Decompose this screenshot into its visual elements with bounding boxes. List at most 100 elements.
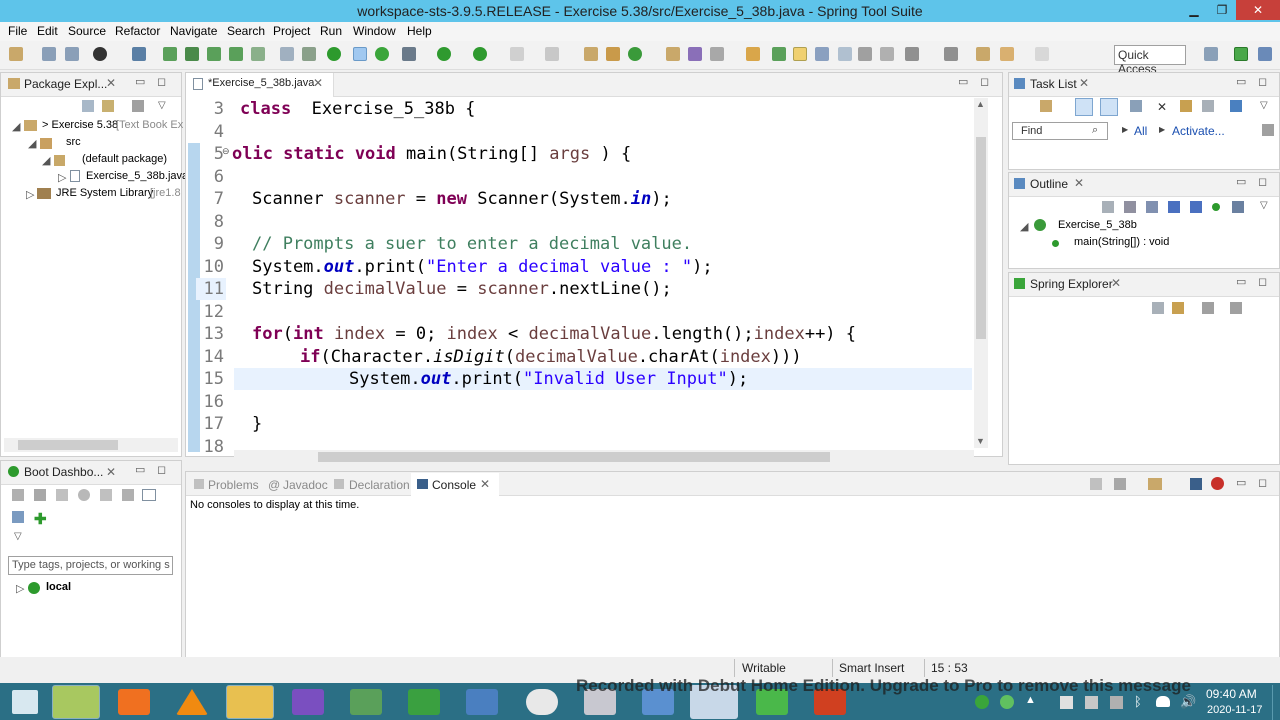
save-all-icon[interactable] xyxy=(65,47,79,61)
open-type-icon[interactable] xyxy=(163,47,177,61)
collapse-icon[interactable]: ▷ xyxy=(58,171,66,184)
expand-icon[interactable]: ◢ xyxy=(1020,220,1028,233)
minimize-icon[interactable]: ▭ xyxy=(1236,476,1246,489)
open-browser-icon[interactable] xyxy=(78,489,90,501)
new-class-icon[interactable] xyxy=(628,47,642,61)
tray-app-icon[interactable] xyxy=(1000,695,1014,709)
close-tab-icon[interactable]: ✕ xyxy=(106,465,116,479)
visual-studio-icon[interactable] xyxy=(292,689,324,715)
scrollbar-thumb[interactable] xyxy=(318,452,830,462)
last-edit-icon[interactable] xyxy=(976,47,990,61)
code-line[interactable]: Scanner scanner = new Scanner(System.in)… xyxy=(252,189,672,209)
view-menu-icon[interactable]: ▽ xyxy=(1260,200,1268,211)
view-menu-icon[interactable]: ▽ xyxy=(1260,100,1268,111)
menu-search[interactable]: Search xyxy=(227,24,265,38)
collapse-all-icon[interactable] xyxy=(82,100,94,112)
server-icon[interactable] xyxy=(251,47,265,61)
annotation-icon[interactable] xyxy=(772,47,786,61)
toggle-icon[interactable] xyxy=(353,47,367,61)
minimize-icon[interactable]: ▭ xyxy=(1236,175,1246,188)
collapse-all-icon[interactable] xyxy=(1102,201,1114,213)
code-line[interactable]: System.out.print("Invalid User Input"); xyxy=(349,369,748,389)
tree-item-src[interactable]: src xyxy=(66,136,81,148)
tree-item-default-package[interactable]: (default package) xyxy=(82,153,167,165)
pin-console-icon[interactable] xyxy=(1090,478,1102,490)
prev-annotation-icon[interactable] xyxy=(944,47,958,61)
terminal-icon[interactable] xyxy=(132,47,146,61)
view-menu-icon[interactable]: ▽ xyxy=(14,531,22,542)
link-editor-icon[interactable] xyxy=(1232,201,1244,213)
collapse-icon[interactable]: ▷ xyxy=(16,582,24,595)
bug-icon[interactable] xyxy=(402,47,416,61)
code-line[interactable]: // Prompts a suer to enter a decimal val… xyxy=(252,234,692,254)
task-settings-icon[interactable] xyxy=(1262,124,1274,136)
expand-icon[interactable]: ◢ xyxy=(42,154,50,167)
tray-icon[interactable] xyxy=(1085,696,1098,709)
tab-console[interactable]: Console xyxy=(432,478,476,492)
edit-icon[interactable] xyxy=(122,489,134,501)
search-icon[interactable]: ⌕ xyxy=(1092,124,1098,137)
boot-icon[interactable] xyxy=(229,47,243,61)
boot-dashboard-icon[interactable] xyxy=(327,47,341,61)
coverage-icon[interactable] xyxy=(473,47,487,61)
scroll-down-icon[interactable]: ▼ xyxy=(976,436,985,446)
editor-tab-label[interactable]: *Exercise_5_38b.java xyxy=(208,77,314,89)
menu-help[interactable]: Help xyxy=(407,24,432,38)
all-link[interactable]: All xyxy=(1134,124,1147,138)
spring-explorer-tab[interactable]: Spring Explorer xyxy=(1030,277,1113,291)
new-project-icon[interactable] xyxy=(584,47,598,61)
minimize-button[interactable]: ▁ xyxy=(1180,0,1208,20)
clock-time[interactable]: 09:40 AM xyxy=(1206,687,1257,701)
minimize-icon[interactable]: ▭ xyxy=(135,463,145,476)
menu-file[interactable]: File xyxy=(8,24,27,38)
close-tab-icon[interactable]: ✕ xyxy=(1074,176,1084,190)
view-menu-icon[interactable]: ▽ xyxy=(158,100,166,111)
menu-run[interactable]: Run xyxy=(320,24,342,38)
word-wrap-icon[interactable] xyxy=(858,47,872,61)
collapse-all-icon[interactable] xyxy=(1202,100,1214,112)
spring-perspective-icon[interactable] xyxy=(1234,47,1248,61)
media-app-icon[interactable] xyxy=(118,689,150,715)
categorized-icon[interactable] xyxy=(1075,98,1093,116)
code-line[interactable]: olic static void main(String[] args ) { xyxy=(232,144,631,164)
maximize-icon[interactable]: ◻ xyxy=(157,75,166,88)
close-tab-icon[interactable]: ✕ xyxy=(106,76,116,90)
clock-date[interactable]: 2020-11-17 xyxy=(1207,704,1262,716)
tree-item-jre[interactable]: JRE System Library xyxy=(56,187,153,199)
expand-icon[interactable]: ◢ xyxy=(12,120,20,133)
paragraph-icon[interactable] xyxy=(880,47,894,61)
tree-item-java-file[interactable]: Exercise_5_38b.java xyxy=(86,170,188,182)
open-perspective-icon[interactable] xyxy=(1204,47,1218,61)
minimize-icon[interactable]: ▭ xyxy=(135,75,145,88)
start-icon[interactable] xyxy=(12,489,24,501)
fold-icon[interactable]: ⊖ xyxy=(222,146,230,157)
menu-project[interactable]: Project xyxy=(273,24,310,38)
maximize-button[interactable]: ❐ xyxy=(1208,0,1236,20)
hide-static-icon[interactable] xyxy=(1168,201,1180,213)
new-task-icon[interactable] xyxy=(1040,100,1052,112)
outline-class[interactable]: Exercise_5_38b xyxy=(1058,219,1137,231)
run-icon[interactable] xyxy=(437,47,451,61)
maximize-icon[interactable]: ◻ xyxy=(980,75,989,88)
pencil-icon[interactable] xyxy=(710,47,724,61)
bluetooth-icon[interactable]: ᛒ xyxy=(1134,694,1142,709)
open-console-icon[interactable] xyxy=(1148,478,1162,490)
next-annotation-icon[interactable] xyxy=(905,47,919,61)
properties-icon[interactable] xyxy=(142,489,156,501)
tray-spring-icon[interactable] xyxy=(975,695,989,709)
spring-icon[interactable] xyxy=(185,47,199,61)
tree-item-project[interactable]: > Exercise 5.38 xyxy=(42,119,118,131)
hide-local-types-icon[interactable] xyxy=(1212,203,1220,211)
menu-refactor[interactable]: Refactor xyxy=(115,24,160,38)
spreadsheet-icon[interactable] xyxy=(408,689,440,715)
menu-edit[interactable]: Edit xyxy=(37,24,58,38)
save-icon[interactable] xyxy=(42,47,56,61)
menu-window[interactable]: Window xyxy=(353,24,396,38)
sort-icon[interactable] xyxy=(1230,302,1242,314)
code-line[interactable]: String decimalValue = scanner.nextLine()… xyxy=(252,279,672,299)
eclipse-icon[interactable] xyxy=(466,689,498,715)
external-tools-icon[interactable] xyxy=(545,47,559,61)
add-icon[interactable]: ✚ xyxy=(34,510,47,528)
filter-icon[interactable] xyxy=(1202,302,1214,314)
block-selection-icon[interactable] xyxy=(815,47,829,61)
